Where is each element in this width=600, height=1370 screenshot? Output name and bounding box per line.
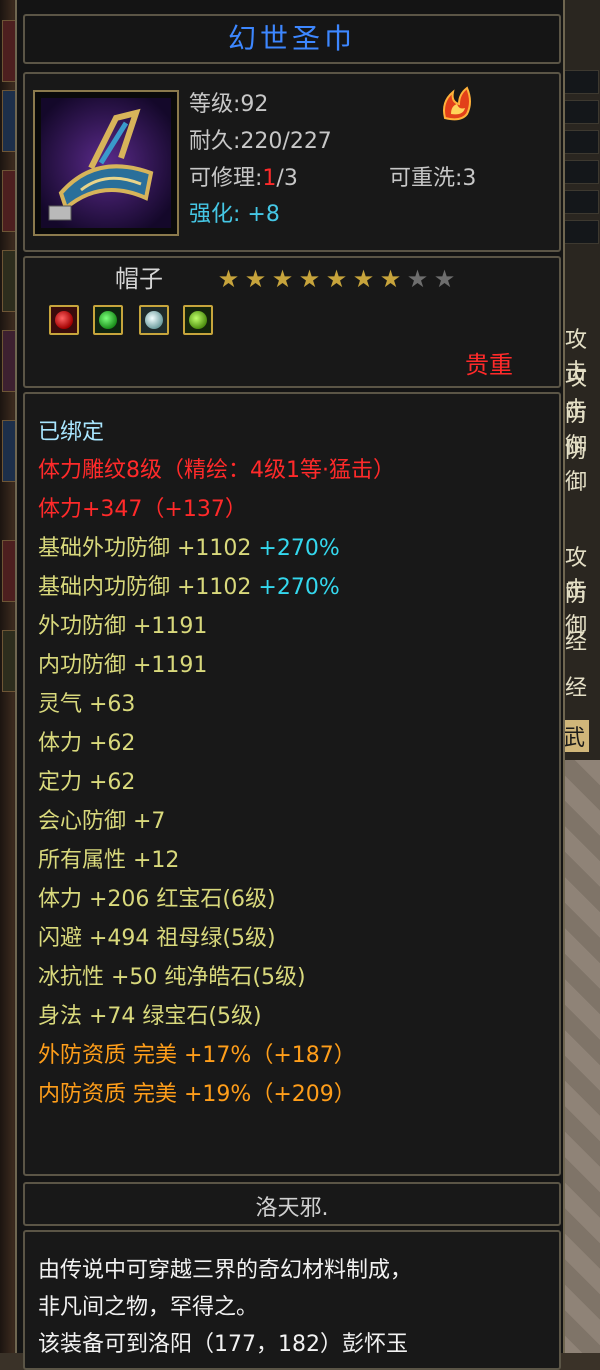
star-filled-icon: ★ (244, 265, 267, 293)
stat-cell (561, 130, 599, 154)
attribute-line: 外功防御 +1191 (38, 614, 208, 639)
enhance-value: +8 (247, 202, 280, 227)
attribute-line: 体力 +62 (38, 731, 136, 756)
white-gem-icon[interactable] (139, 305, 169, 335)
star-rating: ★ ★ ★ ★ ★ ★ ★ ★ ★ (215, 266, 458, 292)
item-level: 等级:92 (189, 92, 269, 117)
stat-cell (561, 190, 599, 214)
attribute-bonus: +270% (258, 575, 340, 600)
item-name: 幻世圣巾 (23, 14, 561, 64)
attribute-line: 所有属性 +12 (38, 848, 180, 873)
star-filled-icon: ★ (379, 265, 402, 293)
gem-attribute-line: 冰抗性 +50 纯净皓石(5级) (38, 965, 306, 990)
owner-name: 洛天邪. (255, 1196, 329, 1221)
side-label: 经 (565, 630, 588, 655)
enhance-label: 强化: (189, 202, 241, 227)
attribute-line: 灵气 +63 (38, 692, 136, 717)
engrave-line: 体力雕纹8级（精绘：4级1等·猛击） (38, 458, 395, 483)
item-type: 帽子 (115, 265, 163, 293)
rarity-label: 贵重 (465, 351, 513, 379)
gem-attribute-line: 体力 +206 红宝石(6级) (38, 887, 276, 912)
red-gem-icon[interactable] (49, 305, 79, 335)
item-tooltip: 幻世圣巾 等级:92 耐久:220/227 可修理:1/3 可重洗:3 强化: … (15, 0, 565, 1370)
attribute-line: 定力 +62 (38, 770, 136, 795)
stat-cell (561, 160, 599, 184)
star-filled-icon: ★ (325, 265, 348, 293)
helmet-icon (33, 90, 179, 236)
bound-status: 已绑定 (38, 420, 105, 445)
lime-gem-icon[interactable] (183, 305, 213, 335)
description-line: 非凡间之物，罕得之。 (38, 1295, 259, 1320)
description-location-line[interactable]: 该装备可到洛阳（177，182）彭怀玉 (38, 1332, 408, 1358)
gem-attribute-line: 身法 +74 绿宝石(5级) (38, 1004, 262, 1029)
star-empty-icon: ★ (433, 265, 456, 293)
engrave-stamina-line: 体力+347（+137） (38, 497, 247, 522)
item-enhance: 强化: +8 (189, 202, 280, 228)
gem-attribute-line: 闪避 +494 祖母绿(5级) (38, 926, 276, 951)
star-empty-icon: ★ (406, 265, 429, 293)
attribute-bonus: +270% (258, 536, 340, 561)
stat-cell (561, 70, 599, 94)
star-filled-icon: ★ (298, 265, 321, 293)
item-rewash: 可重洗:3 (389, 166, 477, 191)
stat-cell (561, 220, 599, 244)
attribute-line: 内功防御 +1191 (38, 653, 208, 678)
quality-line: 外防资质 完美 +17%（+187） (38, 1043, 356, 1068)
flame-badge-icon (437, 84, 477, 124)
star-filled-icon: ★ (217, 265, 240, 293)
attribute-text: 基础外功防御 +1102 (38, 536, 252, 561)
side-label: 经 (565, 676, 588, 701)
description-line: 由传说中可穿越三界的奇幻材料制成， (38, 1258, 413, 1283)
side-label: 防御 (565, 438, 588, 495)
attribute-line: 基础内功防御 +1102 +270% (38, 575, 340, 601)
quality-line: 内防资质 完美 +19%（+209） (38, 1082, 356, 1107)
star-filled-icon: ★ (271, 265, 294, 293)
item-repair: 可修理:1/3 (189, 166, 298, 192)
attribute-line: 会心防御 +7 (38, 809, 166, 834)
repair-current: 1 (262, 166, 277, 191)
stat-cell (561, 100, 599, 124)
repair-prefix: 可修理: (189, 166, 263, 191)
attribute-line: 基础外功防御 +1102 +270% (38, 536, 340, 562)
item-durability: 耐久:220/227 (189, 129, 332, 154)
attribute-text: 基础内功防御 +1102 (38, 575, 252, 600)
green-gem-icon[interactable] (93, 305, 123, 335)
star-filled-icon: ★ (352, 265, 375, 293)
repair-suffix: /3 (276, 166, 298, 191)
